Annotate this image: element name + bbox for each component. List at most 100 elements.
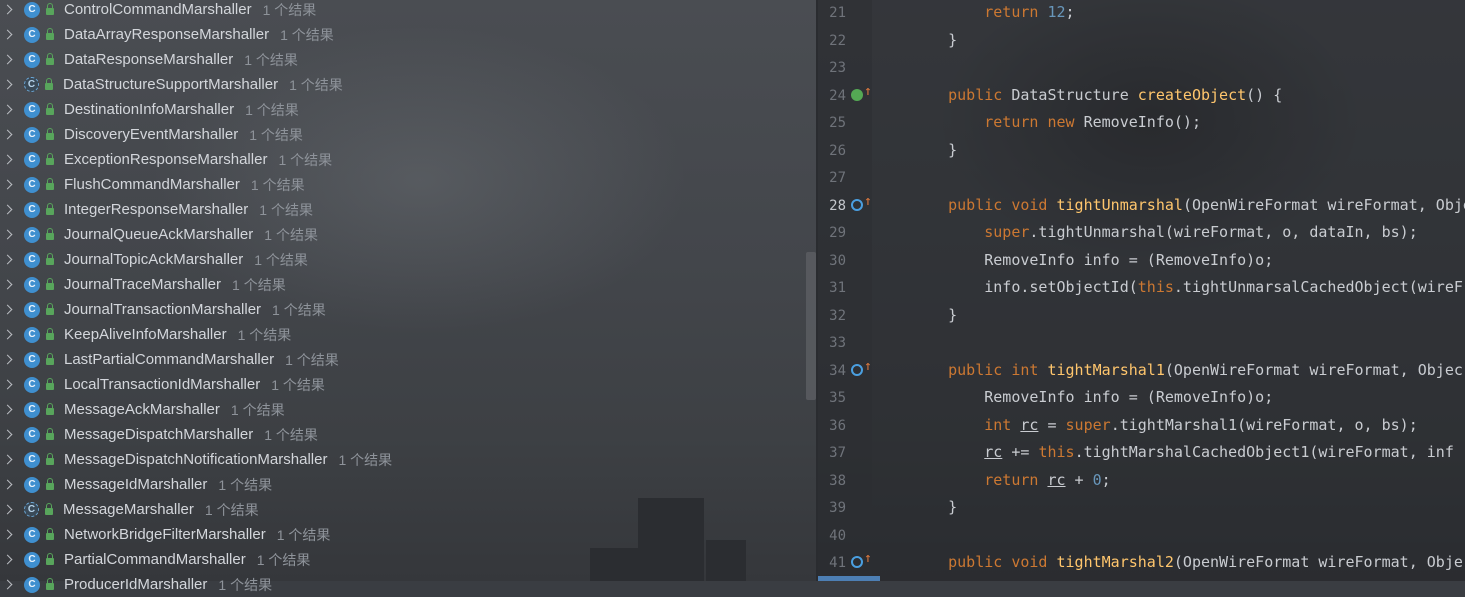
chevron-right-icon[interactable] [2,278,16,292]
chevron-right-icon[interactable] [2,253,16,267]
c-class-icon: C [24,451,40,468]
class-name: JournalQueueAckMarshaller [64,226,254,243]
code-line[interactable]: 29 super.tightUnmarshal(wireFormat, o, d… [818,219,1465,246]
tree-row[interactable]: C KeepAliveInfoMarshaller 1 个结果 [0,322,808,347]
code-line[interactable]: 40 [818,522,1465,549]
overrides-icon[interactable] [851,198,863,211]
code-token: .tightUnmarshal(wireFormat, o, dataIn, b… [1029,223,1418,241]
tree-row[interactable]: C MessageIdMarshaller 1 个结果 [0,472,808,497]
code-line[interactable]: 39 } [818,494,1465,521]
class-name: DataResponseMarshaller [64,51,234,68]
code-line[interactable]: 32 } [818,302,1465,329]
editor-horizontal-scrollbar[interactable] [818,576,880,581]
tree-row[interactable]: C DataStructureSupportMarshaller 1 个结果 [0,72,808,97]
tree-row[interactable]: C FlushCommandMarshaller 1 个结果 [0,172,808,197]
chevron-right-icon[interactable] [2,78,16,92]
c-class-icon: C [24,551,40,568]
class-name: DataStructureSupportMarshaller [63,76,279,93]
result-count: 1 个结果 [264,426,318,443]
arrow-up-icon[interactable]: ↑ [864,84,872,99]
tree-row[interactable]: C PartialCommandMarshaller 1 个结果 [0,547,808,572]
code-token: + [1065,470,1093,489]
tree-row[interactable]: C DestinationInfoMarshaller 1 个结果 [0,97,808,122]
code-line[interactable]: 28 ↑ public void tightUnmarshal(OpenWireF… [818,192,1465,219]
tree-row[interactable]: C DataArrayResponseMarshaller 1 个结果 [0,22,808,47]
code-line[interactable]: 30 RemoveInfo info = (RemoveInfo)o; [818,247,1465,274]
code-line[interactable]: 35 RemoveInfo info = (RemoveInfo)o; [818,384,1465,411]
overrides-icon[interactable] [851,556,863,568]
tree-row[interactable]: C NetworkBridgeFilterMarshaller 1 个结果 [0,522,808,547]
chevron-right-icon[interactable] [2,328,16,342]
public-lock-icon [46,577,54,590]
chevron-right-icon[interactable] [2,153,16,167]
chevron-right-icon[interactable] [2,528,16,542]
code-line[interactable]: 22 } [818,27,1465,54]
tree-row[interactable]: C ProducerIdMarshaller 1 个结果 [0,572,808,597]
overrides-icon[interactable] [851,363,863,376]
chevron-right-icon[interactable] [2,453,16,467]
code-line[interactable]: 36 int rc = super.tightMarshal1(wireForm… [818,412,1465,439]
line-number: 32 [829,307,846,324]
tree-row[interactable]: C MessageAckMarshaller 1 个结果 [0,397,808,422]
chevron-right-icon[interactable] [2,53,16,67]
tree-scrollbar[interactable] [806,252,816,400]
tree-row[interactable]: C JournalTransactionMarshaller 1 个结果 [0,297,808,322]
chevron-right-icon[interactable] [2,203,16,217]
tree-row[interactable]: C MessageDispatchMarshaller 1 个结果 [0,422,808,447]
code-line[interactable]: 25 return new RemoveInfo(); [818,109,1465,136]
chevron-right-icon[interactable] [2,103,16,117]
tree-row[interactable]: C LastPartialCommandMarshaller 1 个结果 [0,347,808,372]
tree-row[interactable]: C IntegerResponseMarshaller 1 个结果 [0,197,808,222]
code-line[interactable]: 31 info.setObjectId(this.tightUnmarsalCa… [818,274,1465,301]
chevron-right-icon[interactable] [2,428,16,442]
chevron-right-icon[interactable] [2,228,16,242]
tree-row[interactable]: C LocalTransactionIdMarshaller 1 个结果 [0,372,808,397]
code-token: public [948,85,1003,104]
code-line[interactable]: 23 [818,54,1465,81]
tree-row[interactable]: C MessageDispatchNotificationMarshaller 1 … [0,447,808,472]
implements-icon[interactable] [851,88,863,101]
chevron-right-icon[interactable] [2,178,16,192]
code-line[interactable]: 24 ↑ public DataStructure createObject() … [818,82,1465,109]
code-token: tightMarshal2 [1056,553,1174,571]
chevron-right-icon[interactable] [2,3,16,17]
code-line[interactable]: 38 return rc + 0; [818,467,1465,494]
chevron-right-icon[interactable] [2,28,16,42]
tree-row[interactable]: C ExceptionResponseMarshaller 1 个结果 [0,147,808,172]
chevron-right-icon[interactable] [2,303,16,317]
tree-row[interactable]: C JournalTraceMarshaller 1 个结果 [0,272,808,297]
result-count: 1 个结果 [218,476,273,493]
code-text: super.tightUnmarshal(wireFormat, o, data… [912,219,1418,246]
code-line[interactable]: 27 [818,164,1465,191]
code-text: } [912,494,957,521]
chevron-right-icon[interactable] [2,478,16,492]
arrow-up-icon[interactable]: ↑ [864,359,872,374]
tree-row[interactable]: C MessageMarshaller 1 个结果 [0,497,808,522]
code-line[interactable]: 33 [818,329,1465,356]
tree-row[interactable]: C JournalTopicAckMarshaller 1 个结果 [0,247,808,272]
c-class-icon: C [24,276,40,293]
chevron-right-icon[interactable] [2,578,16,592]
code-line[interactable]: 37 rc += this.tightMarshalCachedObject1(… [818,439,1465,466]
arrow-up-icon[interactable]: ↑ [864,194,872,209]
chevron-right-icon[interactable] [2,403,16,417]
code-line[interactable]: 21 return 12; [818,0,1465,26]
tree-row[interactable]: C DataResponseMarshaller 1 个结果 [0,47,808,72]
tree-row[interactable]: C JournalQueueAckMarshaller 1 个结果 [0,222,808,247]
arrow-up-icon[interactable]: ↑ [864,552,872,566]
code-line[interactable]: 26 } [818,137,1465,164]
tree-row[interactable]: C ControlCommandMarshaller 1 个结果 [0,0,808,22]
c-class-icon: C [24,576,40,593]
class-name: ExceptionResponseMarshaller [64,151,268,168]
chevron-right-icon[interactable] [2,503,16,517]
chevron-right-icon[interactable] [2,378,16,392]
chevron-right-icon[interactable] [2,553,16,567]
chevron-right-icon[interactable] [2,353,16,367]
result-count: 1 个结果 [254,251,308,268]
tree-row[interactable]: C DiscoveryEventMarshaller 1 个结果 [0,122,808,147]
code-line[interactable]: 41 ↑ public void tightMarshal2(OpenWireFo… [818,549,1465,576]
line-number: 36 [829,417,846,434]
code-line[interactable]: 34 ↑ public int tightMarshal1(OpenWireFor… [818,357,1465,384]
chevron-right-icon[interactable] [2,128,16,142]
